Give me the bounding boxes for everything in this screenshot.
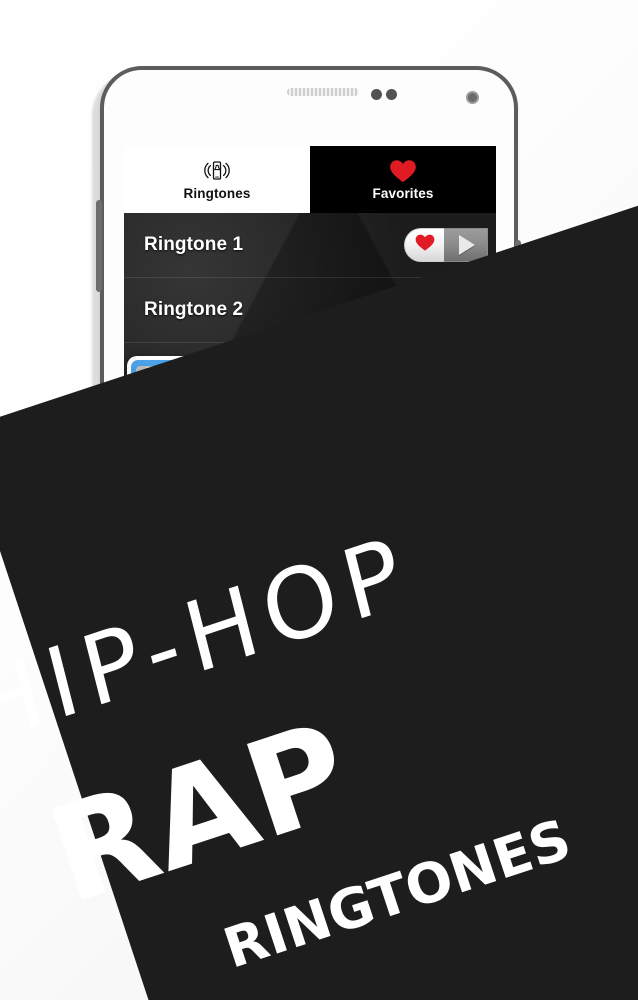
- tab-favorites-label: Favorites: [372, 186, 434, 201]
- promo-screenshot: Ringtones Favorites Ringtone 1 Ringtone …: [0, 0, 638, 1000]
- play-icon: [459, 235, 475, 255]
- tab-ringtones-label: Ringtones: [183, 186, 251, 201]
- heart-filled-icon: [414, 233, 436, 257]
- table-row[interactable]: Ringtone 1: [124, 213, 496, 278]
- tab-favorites[interactable]: Favorites: [310, 146, 496, 213]
- phone-proximity-sensor: [371, 89, 382, 100]
- phone-earpiece-speaker: [287, 88, 359, 96]
- tab-ringtones[interactable]: Ringtones: [124, 146, 310, 213]
- phone-front-camera: [466, 91, 479, 104]
- ringtone-name: Ringtone 1: [144, 234, 244, 255]
- heart-icon: [388, 158, 418, 184]
- ringtone-name: Ringtone 2: [144, 299, 244, 320]
- favorite-toggle[interactable]: [404, 228, 444, 262]
- phone-volume-button[interactable]: [96, 200, 102, 292]
- phone-ringing-icon: [204, 158, 230, 184]
- tab-bar: Ringtones Favorites: [124, 146, 496, 213]
- row-controls: [404, 228, 488, 262]
- phone-light-sensor: [386, 89, 397, 100]
